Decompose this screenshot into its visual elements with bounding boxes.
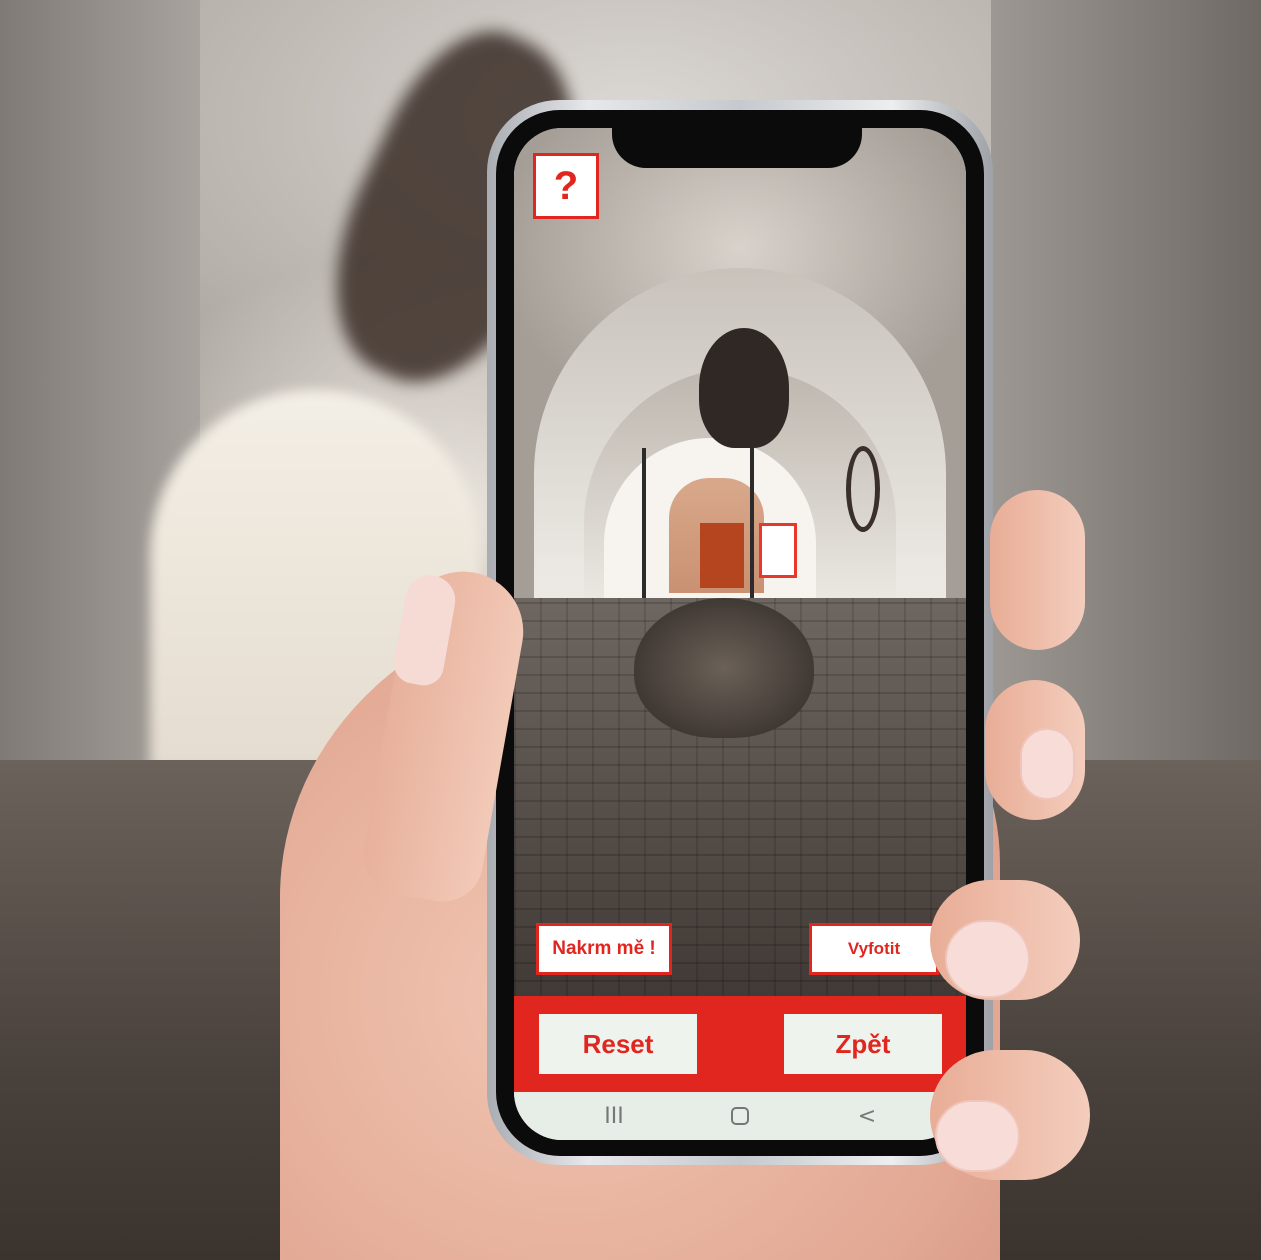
phone-notch — [612, 118, 862, 168]
feed-button[interactable]: Nakrm mě ! — [536, 923, 672, 975]
fingernail — [945, 920, 1030, 998]
home-icon[interactable] — [720, 1102, 760, 1130]
bottom-action-bar: Reset Zpět — [514, 996, 966, 1092]
ar-hanging-dragon — [699, 328, 789, 448]
fingernail — [1020, 728, 1075, 800]
take-photo-button[interactable]: Vyfotit — [809, 923, 939, 975]
finger-top — [990, 490, 1085, 650]
phone-screen: ? Nakrm mě ! Vyfotit Reset Zpět III < — [514, 128, 966, 1140]
ar-wheel — [846, 446, 880, 532]
ar-gate-bar — [642, 448, 646, 613]
recent-apps-icon[interactable]: III — [594, 1102, 634, 1130]
back-button[interactable]: Zpět — [784, 1014, 942, 1074]
ar-sign — [759, 523, 797, 578]
ar-crocodile-model[interactable] — [634, 598, 814, 738]
fingernail — [935, 1100, 1020, 1172]
back-icon[interactable]: < — [847, 1102, 887, 1130]
ar-gate-bar — [750, 448, 754, 613]
help-button[interactable]: ? — [533, 153, 599, 219]
system-navigation-bar: III < — [514, 1092, 966, 1140]
ar-red-door — [700, 523, 744, 588]
reset-button[interactable]: Reset — [539, 1014, 697, 1074]
ar-camera-view[interactable]: ? Nakrm mě ! Vyfotit — [514, 128, 966, 1008]
